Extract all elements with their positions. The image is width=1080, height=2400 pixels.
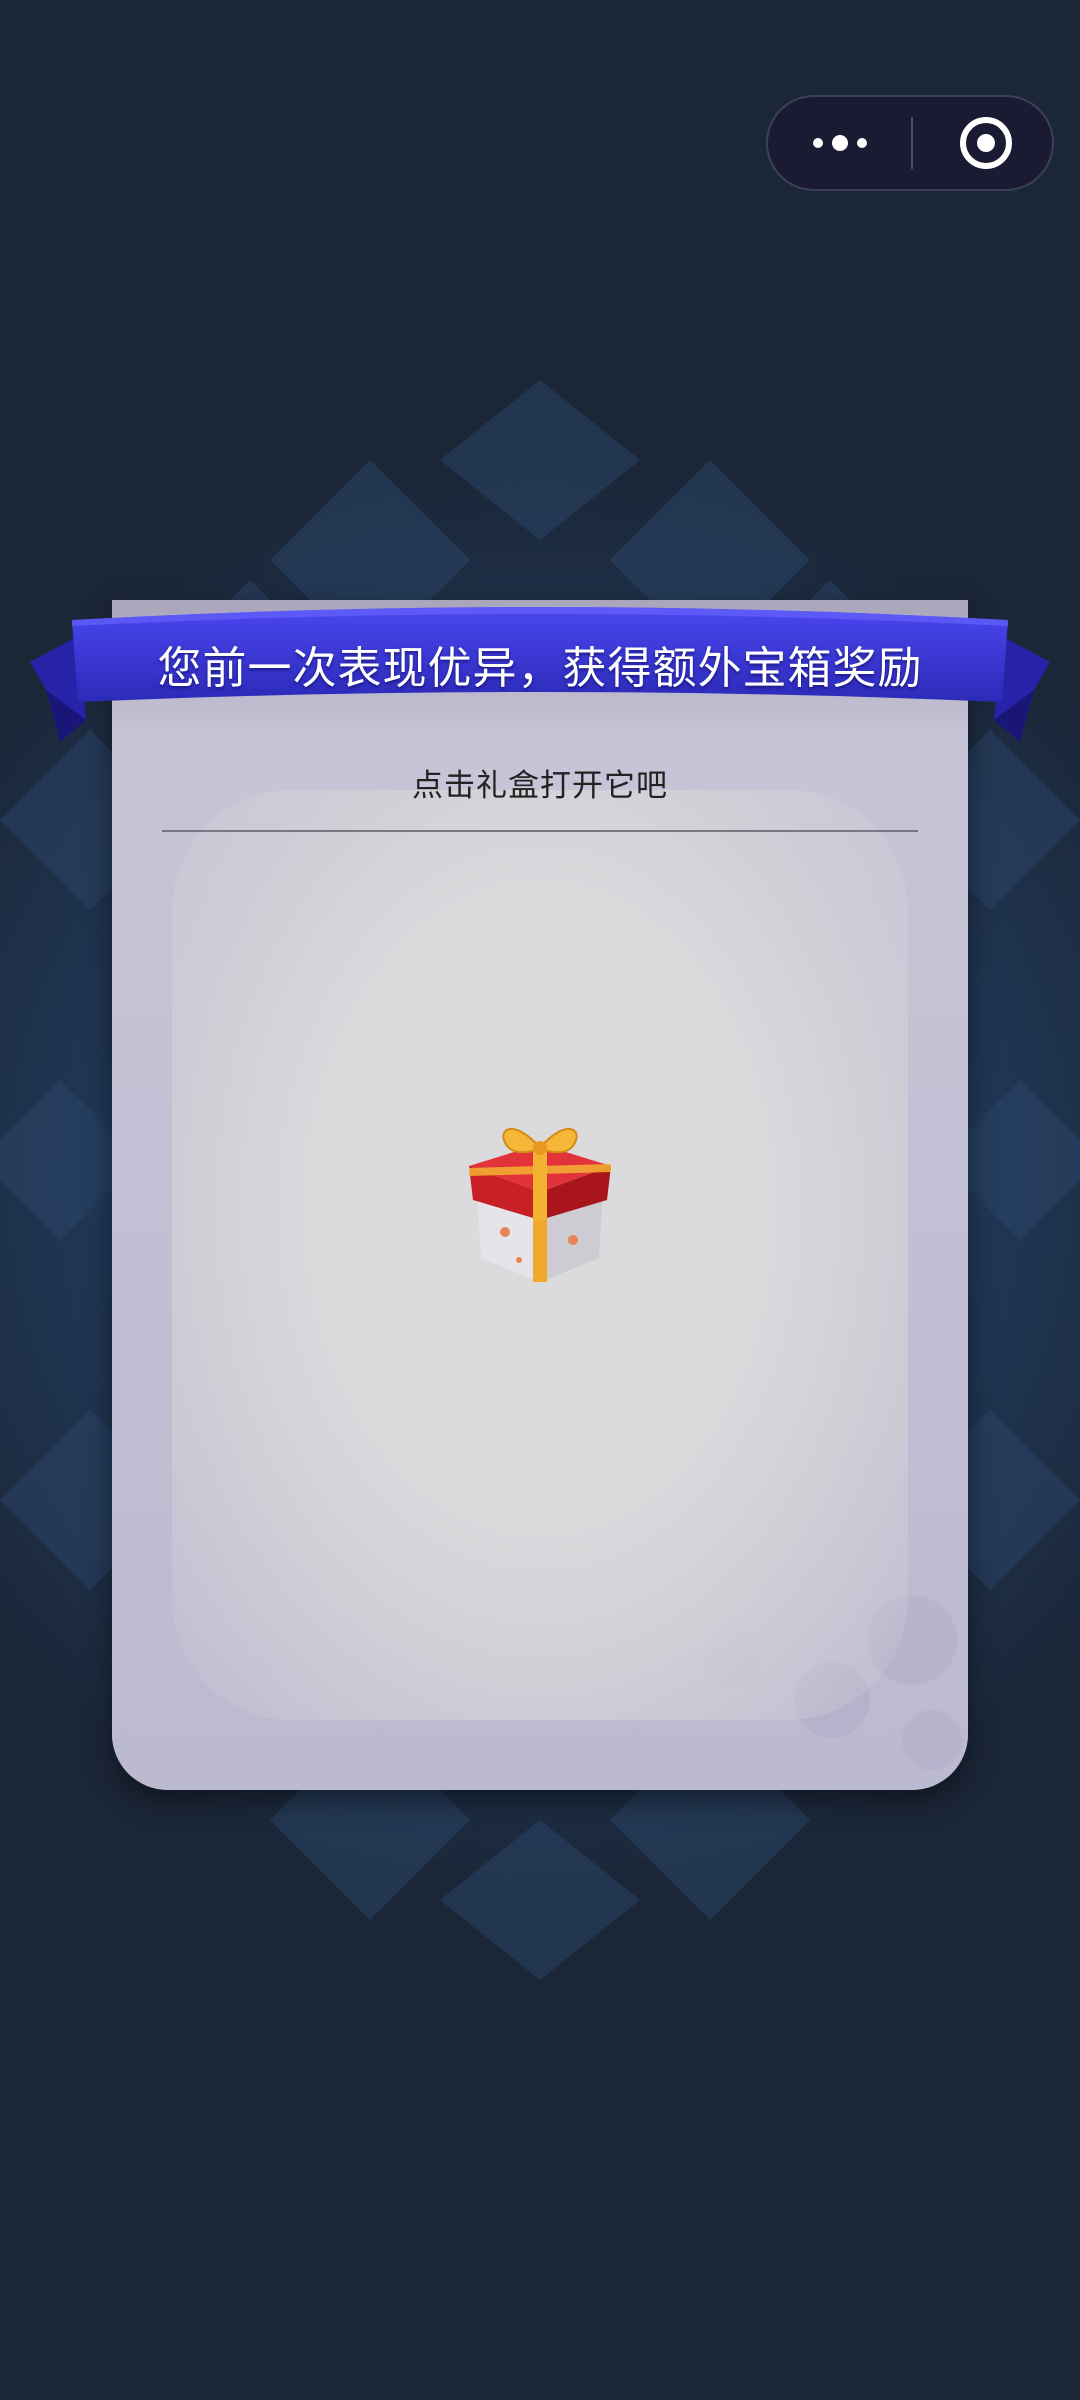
miniprogram-capsule <box>766 95 1054 191</box>
instruction-text: 点击礼盒打开它吧 <box>412 768 668 804</box>
capsule-divider <box>911 117 913 169</box>
banner-title: 您前一次表现优异，获得额外宝箱奖励 <box>157 643 923 694</box>
separator-line <box>162 830 918 832</box>
close-button[interactable] <box>916 97 1052 189</box>
close-target-icon <box>960 117 1012 169</box>
more-button[interactable] <box>768 97 908 189</box>
more-dots-icon <box>813 135 867 151</box>
gift-box-icon[interactable] <box>455 1110 625 1290</box>
